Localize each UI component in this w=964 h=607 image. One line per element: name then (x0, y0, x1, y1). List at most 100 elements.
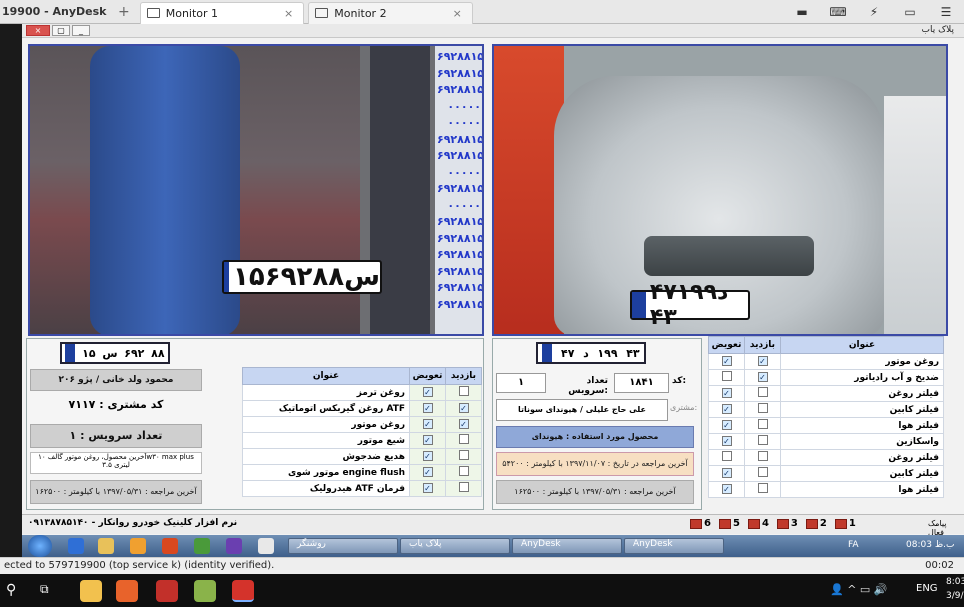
plate-history-list[interactable]: ۶۹۲۸۸س۱۵۶۹۲۸۸س۱۵۶۹۲۸۸س۱۵۰۰۰۰۰۰۰۰۰۰۶۹۲۸۸س… (435, 46, 482, 316)
app-icon[interactable] (226, 538, 242, 554)
visit-checkbox[interactable] (757, 451, 768, 461)
tab-monitor-1[interactable]: Monitor 1 × (139, 1, 305, 24)
table-row[interactable]: فیلتر روغن (708, 449, 944, 466)
close-icon[interactable]: × (284, 7, 293, 20)
close-icon[interactable]: × (453, 7, 462, 20)
code-field[interactable]: ۱۸۴۱ (614, 373, 669, 393)
visit-checkbox[interactable]: ✓ (458, 403, 469, 413)
plate-history-item[interactable]: ۶۹۲۸۸س۱۵ (437, 297, 482, 314)
input-lang[interactable]: ENG (916, 583, 938, 594)
minimize-icon[interactable]: _ (72, 25, 90, 36)
change-checkbox[interactable]: ✓ (721, 484, 732, 494)
visit-checkbox[interactable]: ✓ (757, 372, 768, 382)
maximize-icon[interactable]: ▢ (52, 25, 70, 36)
chat-icon[interactable]: ▬ (784, 5, 820, 19)
change-checkbox[interactable]: ✓ (422, 435, 433, 445)
plate-history-item[interactable]: ۶۹۲۸۸س۱۵ (437, 49, 482, 66)
ie-icon[interactable] (68, 538, 84, 554)
table-row[interactable]: ✓ فیلتر کابین (708, 401, 944, 418)
lang-indicator[interactable]: FA (848, 540, 859, 550)
table-row[interactable]: ✓ فیلتر کابین (708, 465, 944, 482)
table-row[interactable]: ✓ ✓ روغن موتور (708, 353, 944, 370)
plate-history-item[interactable]: ۶۹۲۸۸س۱۵ (437, 82, 482, 99)
visit-checkbox[interactable] (458, 466, 469, 476)
taskbar-item[interactable]: روشنگر (288, 538, 398, 554)
media-icon[interactable] (130, 538, 146, 554)
search-icon[interactable]: ⚲ (6, 582, 16, 598)
taskbar-item[interactable]: AnyDesk (512, 538, 622, 554)
visit-checkbox[interactable] (458, 450, 469, 460)
chrome-icon[interactable] (258, 538, 274, 554)
change-checkbox[interactable] (721, 371, 732, 381)
display-icon[interactable]: ▭ (892, 5, 928, 19)
plate-history-item[interactable]: ۶۹۲۸۸س۱۵ (437, 132, 482, 149)
anydesk-icon[interactable] (232, 580, 254, 602)
visit-checkbox[interactable] (757, 403, 768, 413)
app-icon[interactable] (194, 580, 216, 602)
visit-checkbox[interactable]: ✓ (757, 356, 768, 366)
plate-history-item[interactable]: ۶۹۲۸۸س۱۵ (437, 231, 482, 248)
visit-checkbox[interactable] (757, 419, 768, 429)
plate-history-item[interactable]: ۰۰۰۰۰ (437, 165, 481, 182)
visit-checkbox[interactable] (757, 467, 768, 477)
visit-checkbox[interactable] (458, 482, 469, 492)
change-checkbox[interactable]: ✓ (721, 436, 732, 446)
plate-history-item[interactable]: ۶۹۲۸۸س۱۵ (437, 148, 482, 165)
taskbar-item[interactable]: AnyDesk (624, 538, 724, 554)
page-button[interactable]: 4 (747, 518, 769, 529)
visit-checkbox[interactable] (757, 387, 768, 397)
app-icon[interactable] (194, 538, 210, 554)
table-row[interactable]: ✓ فیلتر هوا (708, 417, 944, 434)
start-button[interactable] (28, 535, 52, 557)
table-row[interactable]: روغن موتور ✓ ✓ (242, 416, 482, 433)
table-row[interactable]: روغن گیربکس اتوماتیک ATF ✓ ✓ (242, 400, 482, 417)
visit-checkbox[interactable] (757, 435, 768, 445)
change-checkbox[interactable]: ✓ (422, 483, 433, 493)
change-checkbox[interactable]: ✓ (721, 420, 732, 430)
table-row[interactable]: هدیع ضدجوش ✓ (242, 448, 482, 465)
firefox-icon[interactable] (162, 538, 178, 554)
change-checkbox[interactable]: ✓ (721, 356, 732, 366)
table-row[interactable]: روغن ترمز ✓ (242, 384, 482, 401)
app-icon[interactable] (156, 580, 178, 602)
table-row[interactable]: ✓ فیلتر هوا (708, 481, 944, 498)
visit-checkbox[interactable] (458, 386, 469, 396)
plate-history-item[interactable]: ۰۰۰۰۰ (437, 115, 481, 132)
customer-field[interactable]: علی حاج علیلی / هیوندای سوناتا (496, 399, 668, 421)
plate-history-item[interactable]: ۰۰۰۰۰ (437, 198, 481, 215)
plate-history-item[interactable]: ۶۹۲۸۸س۱۵ (437, 66, 482, 83)
page-button[interactable]: 3 (776, 518, 798, 529)
table-row[interactable]: هیدرولیک ATF فرمان ✓ (242, 480, 482, 497)
page-button[interactable]: 6 (690, 518, 711, 529)
change-checkbox[interactable]: ✓ (422, 419, 433, 429)
page-button[interactable]: 1 (834, 518, 856, 529)
folder-icon[interactable] (98, 538, 114, 554)
file-explorer-icon[interactable] (80, 580, 102, 602)
change-checkbox[interactable]: ✓ (721, 404, 732, 414)
close-icon[interactable]: × (26, 25, 50, 36)
keyboard-icon[interactable]: ⌨ (820, 5, 856, 19)
task-view-icon[interactable]: ⧉ (40, 582, 49, 597)
plate-history-item[interactable]: ۶۹۲۸۸س۱۵ (437, 181, 482, 198)
service-count-field[interactable]: ۱ (496, 373, 546, 393)
plate-history-item[interactable]: ۶۹۲۸۸س۱۵ (437, 264, 482, 281)
change-checkbox[interactable]: ✓ (721, 468, 732, 478)
change-checkbox[interactable]: ✓ (721, 388, 732, 398)
action-icon[interactable]: ⚡ (856, 5, 892, 19)
new-tab-button[interactable]: + (118, 4, 130, 20)
plate-history-item[interactable]: ۰۰۰۰۰ (437, 99, 481, 116)
taskbar-item[interactable]: پلاک یاب (400, 538, 510, 554)
table-row[interactable]: موتور شوی engine flush ✓ (242, 464, 482, 481)
plate-history-item[interactable]: ۶۹۲۸۸س۱۵ (437, 214, 482, 231)
table-row[interactable]: شیع موتور ✓ (242, 432, 482, 449)
menu-icon[interactable]: ☰ (928, 5, 964, 19)
table-row[interactable]: ✓ واسکازین (708, 433, 944, 450)
change-checkbox[interactable]: ✓ (422, 403, 433, 413)
table-row[interactable]: ✓ ضدیخ و آب رادیاتور (708, 369, 944, 386)
system-tray-icons[interactable]: 👤 ^ ▭ 🔊 (830, 583, 888, 596)
change-checkbox[interactable] (721, 451, 732, 461)
table-row[interactable]: ✓ فیلتر روغن (708, 385, 944, 402)
plate-history-item[interactable]: ۶۹۲۸۸س۱۵ (437, 280, 482, 297)
change-checkbox[interactable]: ✓ (422, 451, 433, 461)
visit-checkbox[interactable] (757, 483, 768, 493)
